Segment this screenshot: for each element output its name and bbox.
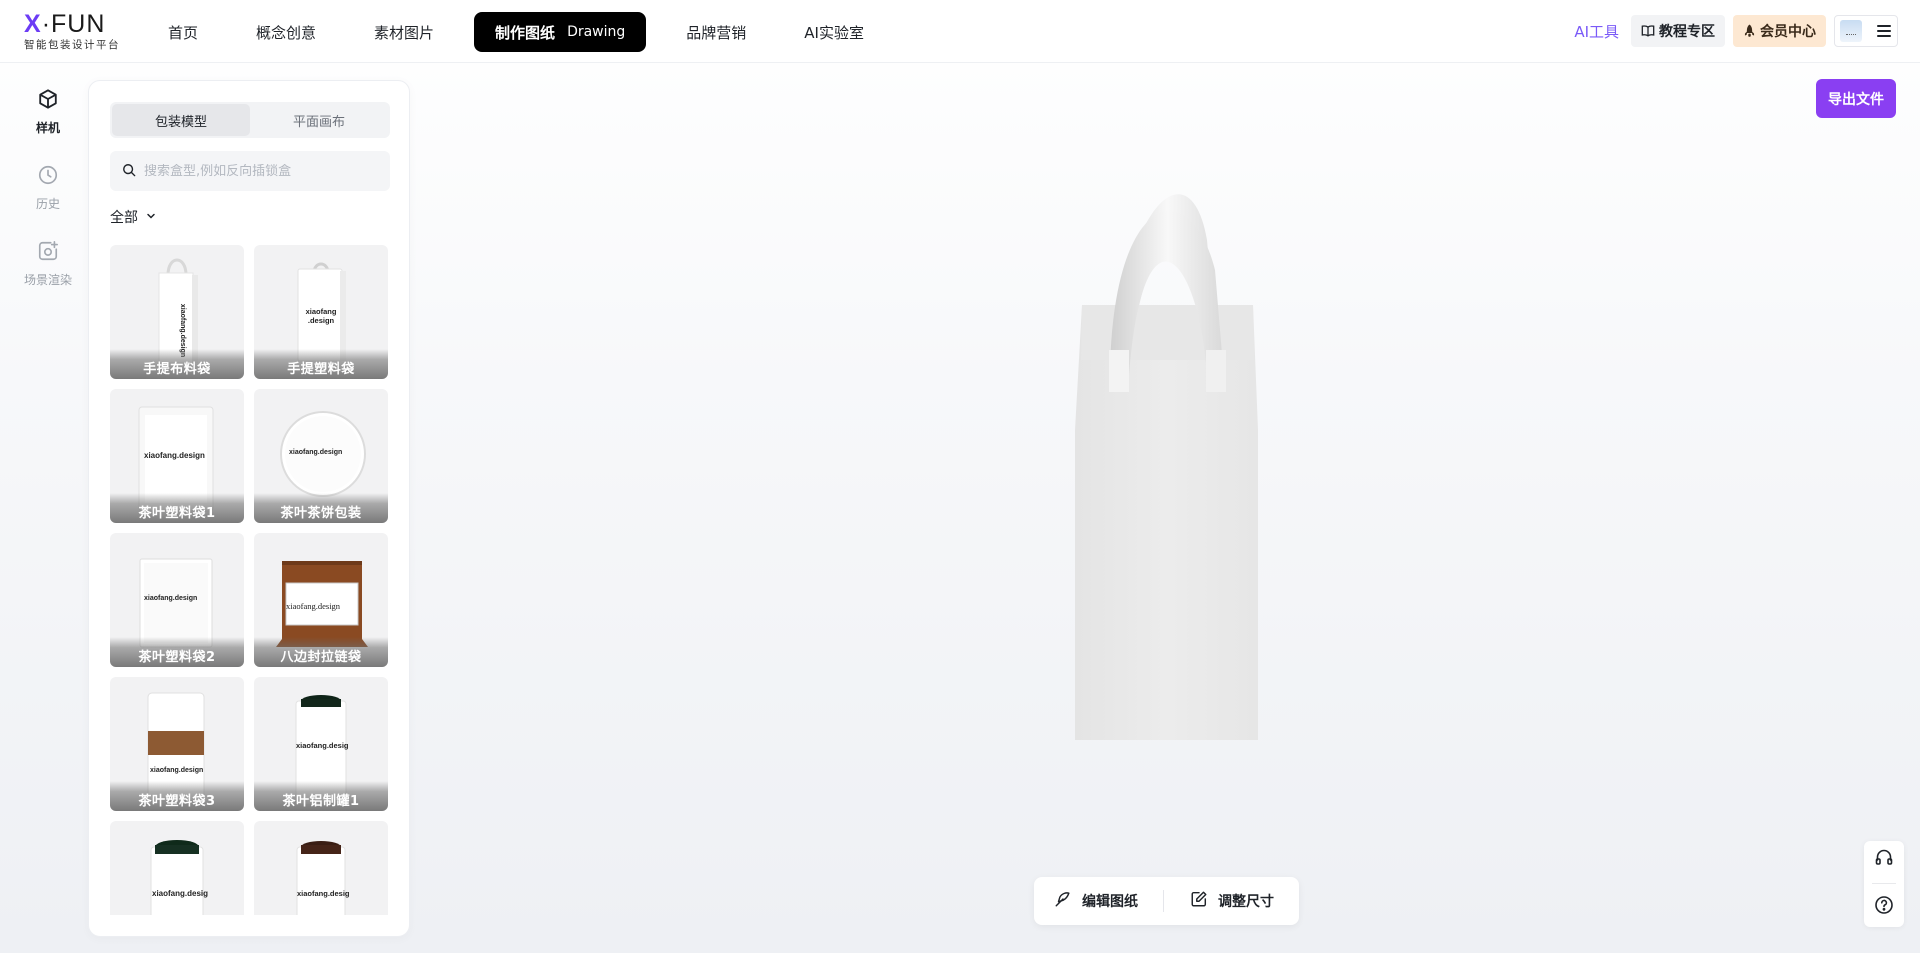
model-card-label: 茶叶铝制罐1 — [254, 781, 388, 811]
rail-item-mockup[interactable]: 样机 — [0, 88, 96, 136]
edit-drawing-label: 编辑图纸 — [1082, 894, 1138, 910]
model-card-label: 茶叶茶饼包装 — [254, 493, 388, 523]
logo-tagline: 智能包装设计平台 — [24, 39, 120, 51]
rail-label-mockup: 样机 — [35, 121, 60, 135]
edit-square-icon — [1190, 890, 1218, 912]
thumb-logo-text: xiaofang.desig — [297, 889, 350, 898]
model-card[interactable]: xiaofang.desig 茶叶铝制罐1 — [254, 677, 388, 811]
cube-icon — [37, 88, 59, 114]
nav-ai-lab[interactable]: AI实验室 — [786, 12, 882, 52]
thumb-logo-text: xiaofang.design — [144, 595, 198, 602]
tea-can-2-thumbnail — [150, 840, 204, 915]
category-filter[interactable]: 全部 — [110, 206, 156, 228]
thumb-logo-text: xiaofang.design — [150, 767, 204, 774]
nav-drawing[interactable]: 制作图纸 Drawing — [474, 12, 647, 52]
nav-concept[interactable]: 概念创意 — [238, 12, 334, 52]
model-library-panel: 包装模型 平面画布 全部 xiaofang.design 手提布料袋 — [88, 80, 410, 937]
model-card[interactable]: xiaofang.design 茶叶塑料袋1 — [110, 389, 244, 523]
top-bar: X·FUN 智能包装设计平台 首页 概念创意 素材图片 制作图纸 Drawing… — [0, 0, 1920, 63]
member-label: 会员中心 — [1760, 24, 1816, 40]
model-card-label: 茶叶塑料袋2 — [110, 637, 244, 667]
model-card-label: 茶叶塑料袋1 — [110, 493, 244, 523]
tab-flat-canvas[interactable]: 平面画布 — [250, 104, 388, 136]
rail-item-history[interactable]: 历史 — [0, 164, 96, 212]
thumb-logo-text: xiaofang.design — [289, 449, 343, 456]
model-card[interactable]: xiaofang .design 手提塑料袋 — [254, 245, 388, 379]
thumb-logo-text: xiaofang.desig — [152, 889, 209, 898]
thumb-logo-text: xiaofang.design — [286, 601, 341, 611]
headset-icon — [1874, 848, 1894, 872]
header-actions: AI工具 教程专区 会员中心 — [1574, 15, 1898, 47]
user-menu[interactable] — [1834, 15, 1898, 47]
thumb-logo-text: xiaofang.desig — [296, 741, 349, 750]
book-icon — [1641, 24, 1655, 38]
tab-package-model[interactable]: 包装模型 — [112, 104, 250, 136]
toolbar-divider — [1163, 890, 1164, 912]
adjust-size-label: 调整尺寸 — [1218, 894, 1274, 910]
model-card-label: 手提布料袋 — [110, 349, 244, 379]
model-card[interactable]: xiaofang.design 茶叶茶饼包装 — [254, 389, 388, 523]
rail-item-scene-render[interactable]: 场景渲染 — [0, 240, 96, 288]
search-box — [110, 151, 390, 191]
hamburger-icon[interactable] — [1877, 25, 1891, 37]
library-tabs: 包装模型 平面画布 — [110, 102, 390, 138]
support-button[interactable] — [1864, 841, 1904, 879]
model-card[interactable]: xiaofang.design 茶叶塑料袋2 — [110, 533, 244, 667]
model-card[interactable]: xiaofang.desig — [110, 821, 244, 915]
main-nav: 首页 概念创意 素材图片 制作图纸 Drawing 品牌营销 AI实验室 — [150, 12, 904, 52]
nav-home[interactable]: 首页 — [150, 12, 216, 52]
logo[interactable]: X·FUN 智能包装设计平台 — [24, 12, 134, 52]
tutorial-label: 教程专区 — [1659, 24, 1715, 40]
filter-label: 全部 — [110, 210, 138, 226]
ai-tools-link[interactable]: AI工具 — [1574, 21, 1619, 42]
model-card[interactable]: xiaofang.desig — [254, 821, 388, 915]
nav-drawing-sublabel: Drawing — [567, 24, 626, 40]
member-center-button[interactable]: 会员中心 — [1733, 15, 1826, 47]
search-icon — [122, 162, 136, 181]
export-button[interactable]: 导出文件 — [1816, 79, 1896, 118]
model-grid: xiaofang.design 手提布料袋 xiaofang .design 手… — [110, 245, 394, 915]
rail-label-scene-render: 场景渲染 — [23, 273, 72, 287]
question-circle-icon — [1874, 895, 1894, 919]
model-card-label: 八边封拉链袋 — [254, 637, 388, 667]
model-card[interactable]: xiaofang.design 茶叶塑料袋3 — [110, 677, 244, 811]
nav-brand-marketing[interactable]: 品牌营销 — [668, 12, 764, 52]
adjust-size-button[interactable]: 调整尺寸 — [1190, 890, 1274, 912]
tote-bag-3d-preview[interactable] — [1070, 150, 1270, 750]
help-button[interactable] — [1864, 888, 1904, 926]
logo-wordmark: X·FUN — [24, 10, 106, 38]
support-divider — [1872, 883, 1896, 884]
avatar[interactable] — [1840, 20, 1862, 42]
nav-assets[interactable]: 素材图片 — [356, 12, 452, 52]
model-card[interactable]: xiaofang.design 八边封拉链袋 — [254, 533, 388, 667]
clock-icon — [37, 164, 59, 190]
tea-bag-2-thumbnail — [139, 558, 213, 648]
canvas-toolbar: 编辑图纸 调整尺寸 — [1034, 877, 1299, 925]
tutorial-button[interactable]: 教程专区 — [1631, 15, 1725, 47]
nav-drawing-label: 制作图纸 — [495, 23, 556, 42]
model-card[interactable]: xiaofang.design 手提布料袋 — [110, 245, 244, 379]
chevron-down-icon — [138, 209, 156, 225]
tea-can-3-thumbnail — [296, 841, 346, 915]
thumb-logo-text: xiaofang.design — [144, 451, 205, 460]
rocket-icon — [1743, 24, 1756, 38]
feather-pen-icon — [1054, 890, 1082, 912]
support-widget — [1864, 841, 1904, 927]
thumb-logo-text: xiaofang .design — [305, 307, 337, 325]
search-input[interactable] — [144, 163, 374, 179]
edit-drawing-button[interactable]: 编辑图纸 — [1054, 890, 1138, 912]
rail-label-history: 历史 — [35, 197, 60, 211]
model-card-label: 手提塑料袋 — [254, 349, 388, 379]
camera-plus-icon — [37, 240, 59, 266]
model-card-label: 茶叶塑料袋3 — [110, 781, 244, 811]
